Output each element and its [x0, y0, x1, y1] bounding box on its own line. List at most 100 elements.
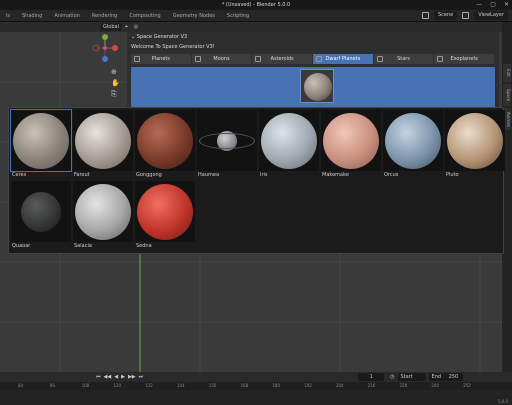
next-keyframe-icon[interactable]: ▶▶ [128, 374, 136, 380]
preview-label: Gonggong [136, 172, 162, 178]
frame-tick-label: 144 [177, 383, 185, 388]
frame-tick-label: 156 [208, 383, 217, 388]
preview-item-iris[interactable]: Iris [259, 110, 319, 180]
preview-item-ceres[interactable]: Ceres [10, 109, 72, 180]
preview-label: Sedna [136, 243, 152, 249]
close-button[interactable]: ✕ [504, 1, 509, 8]
preview-label: Ceres [12, 172, 27, 178]
panel-header[interactable]: ⌄ Space Generator V3 [127, 32, 499, 42]
tab-animation[interactable]: Animation [48, 10, 86, 22]
end-frame-field[interactable]: End 250 [428, 373, 463, 381]
clock-icon[interactable]: ◷ [390, 374, 394, 380]
frame-tick-label: 192 [304, 383, 312, 388]
asteroid-icon [255, 56, 262, 62]
jump-end-icon[interactable]: ⏭ [139, 374, 144, 380]
preview-label: Pluto [446, 172, 459, 178]
planet-image [261, 112, 317, 169]
navigation-gizmo[interactable] [92, 30, 122, 70]
preview-thumbnail [135, 181, 195, 242]
preview-label: Farout [74, 172, 90, 178]
view-layer-icon[interactable] [462, 12, 470, 19]
category-moons[interactable]: Moons [191, 54, 252, 64]
tab-shading[interactable]: Shading [16, 10, 48, 22]
preview-item-orcus[interactable]: Orcus [383, 110, 443, 180]
preview-thumbnail [445, 110, 505, 171]
frame-tick-label: 180 [272, 383, 281, 388]
preview-thumbnail [197, 110, 257, 171]
start-frame-field[interactable]: Start 1 [397, 373, 426, 388]
tab-scripting[interactable]: Scripting [221, 10, 255, 22]
category-stars[interactable]: Stars [373, 54, 434, 64]
tab-layout[interactable]: ls [0, 10, 16, 22]
frame-tick-label: 228 [399, 383, 408, 388]
timeline: ⏮ ◀◀ ◀ ▶ ▶▶ ⏭ 1 ◷ Start 1 End 250 84 96 10… [0, 372, 512, 405]
snap-icon[interactable]: ⌖ [122, 23, 131, 31]
category-planets[interactable]: Planets [131, 54, 191, 64]
frame-tick-label: 120 [113, 383, 122, 388]
jump-start-icon[interactable]: ⏮ [96, 374, 101, 380]
play-reverse-icon[interactable]: ◀ [114, 374, 118, 380]
tab-rendering[interactable]: Rendering [86, 10, 124, 22]
preview-item-makemake[interactable]: Makemake [321, 110, 381, 180]
preview-thumbnail [321, 110, 381, 171]
welcome-text: Welcome To Space Generator V3! [131, 44, 215, 50]
planet-image [137, 112, 193, 169]
exoplanet-icon [437, 56, 444, 62]
minimize-button[interactable]: — [476, 1, 482, 8]
preview-label: Salacia [74, 243, 92, 249]
frame-tick-label: 84 [18, 383, 24, 388]
maximize-button[interactable]: ▢ [490, 1, 496, 8]
preview-thumbnail [11, 181, 71, 242]
preview-item-quaoar[interactable]: Quaoar [11, 181, 71, 251]
frame-tick-label: 240 [431, 383, 440, 388]
preview-item-farout[interactable]: Farout [73, 110, 133, 180]
frame-tick-label: 204 [336, 383, 344, 388]
timeline-ruler[interactable]: 84 96 108 120 132 144 156 168 180 192 204 216 228 240… [0, 382, 512, 390]
preview-item-sedna[interactable]: Sedna [135, 181, 195, 251]
planet-image [21, 191, 61, 232]
zoom-icon[interactable]: ⊕ [111, 68, 117, 76]
workspace-tabs: ls Shading Animation Rendering Compositi… [0, 10, 512, 22]
sidebar-tab-edit[interactable]: Edit [503, 64, 511, 82]
selected-preview-thumbnail[interactable] [300, 69, 334, 103]
planet-image [323, 112, 379, 169]
preview-thumbnail [73, 110, 133, 171]
timeline-header: ⏮ ◀◀ ◀ ▶ ▶▶ ⏭ 1 ◷ Start 1 End 250 [0, 372, 512, 388]
preview-thumbnail [135, 110, 195, 171]
orbit-ring [199, 132, 255, 149]
category-exoplanets[interactable]: Exoplanets [434, 54, 495, 64]
category-dwarf-planets[interactable]: Dwarf Planets [313, 54, 373, 64]
pan-hand-icon[interactable]: ✋ [111, 79, 120, 87]
prev-keyframe-icon[interactable]: ◀◀ [104, 374, 112, 380]
space-generator-panel: ⌄ Space Generator V3 Welcome To Space Ge… [127, 32, 499, 108]
planet-image [13, 112, 69, 169]
planet-image [385, 112, 441, 169]
camera-icon[interactable]: ⎘ [111, 90, 117, 99]
proportional-icon[interactable]: ◎ [131, 23, 141, 31]
preview-thumbnail [259, 110, 319, 171]
view-layer-selector[interactable]: ViewLayer [474, 11, 508, 20]
dwarf-planet-icon [316, 56, 323, 62]
star-icon [376, 56, 383, 62]
panel-title: Space Generator V3 [136, 34, 188, 40]
preview-label: Haumea [198, 172, 220, 178]
preview-item-gonggong[interactable]: Gonggong [135, 110, 195, 180]
preview-label: Iris [260, 172, 268, 178]
preview-item-pluto[interactable]: Pluto [445, 110, 505, 180]
sidebar-tab-space[interactable]: Space [503, 84, 511, 106]
scene-icon[interactable] [421, 12, 429, 19]
category-asteroids[interactable]: Asteroids [252, 54, 313, 64]
planet-image [75, 183, 131, 240]
preview-item-salacia[interactable]: Salacia [73, 181, 133, 251]
preview-thumbnail [73, 181, 133, 242]
preview-thumbnail [10, 109, 72, 172]
tab-geometry-nodes[interactable]: Geometry Nodes [167, 10, 221, 22]
tab-compositing[interactable]: Compositing [123, 10, 166, 22]
current-frame-field[interactable]: 1 [358, 373, 385, 381]
play-icon[interactable]: ▶ [121, 374, 125, 380]
planet-image [75, 112, 131, 169]
moon-icon [194, 56, 201, 62]
preview-item-haumea[interactable]: Haumea [197, 110, 257, 180]
frame-tick-label: 252 [463, 383, 471, 388]
scene-selector[interactable]: Scene [433, 11, 458, 20]
